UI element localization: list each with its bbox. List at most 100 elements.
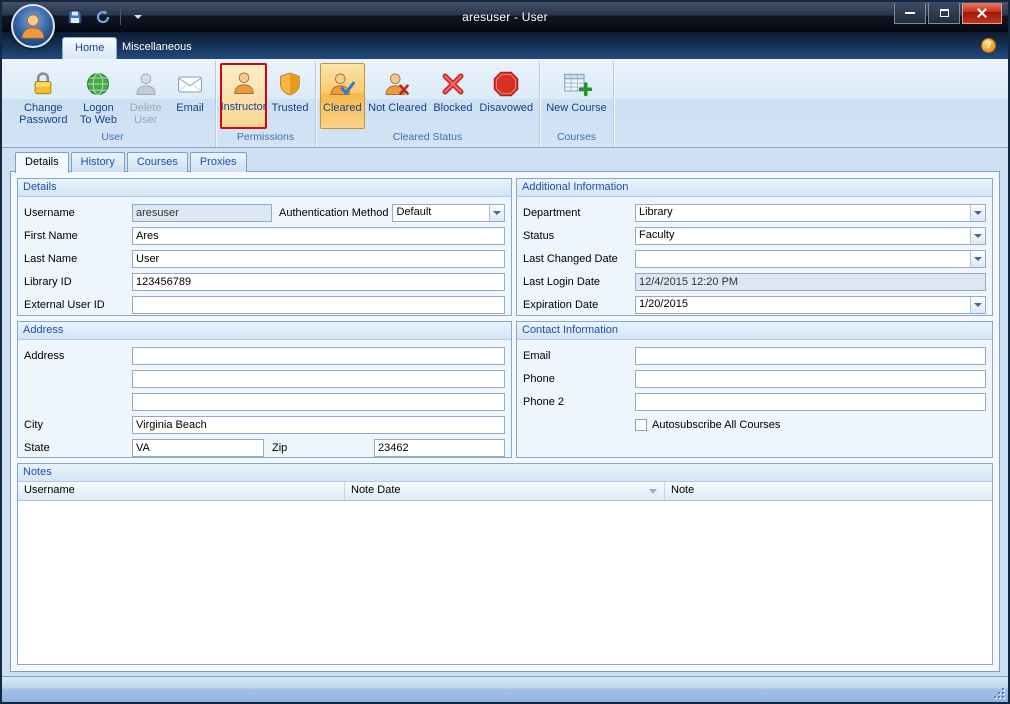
email-button[interactable]: Email [169,63,211,129]
details-page: Details Username Authentication Method D… [10,171,1000,672]
not-cleared-button[interactable]: Not Cleared [367,63,429,129]
maximize-button[interactable] [928,3,960,24]
sort-descending-icon [649,489,657,494]
help-icon: ? [985,40,991,51]
close-button[interactable] [962,3,1002,24]
notes-column-note-date[interactable]: Note Date [345,482,665,500]
tab-history[interactable]: History [71,152,125,172]
cleared-button[interactable]: Cleared [320,63,365,129]
globe-icon [84,68,112,100]
trusted-button[interactable]: Trusted [269,63,311,129]
zip-label: Zip [264,442,374,454]
last-changed-date-select[interactable] [635,250,986,268]
last-changed-date-value [636,251,970,267]
button-label: Disavowed [479,102,533,114]
address-panel-header: Address [18,322,511,340]
disavowed-button[interactable]: Disavowed [477,63,535,129]
address-line2-input[interactable] [132,370,505,388]
close-icon [977,8,987,18]
status-select[interactable]: Faculty [635,227,986,245]
city-input[interactable] [132,416,505,434]
email-input[interactable] [635,347,986,365]
ribbon-group-cleared-status: Cleared Not Cleared Blocked [316,61,540,147]
zip-input[interactable] [374,439,505,457]
external-user-id-label: External User ID [24,299,132,311]
ribbon: Change Password Logon To Web Delete User [2,59,1008,148]
contact-info-panel: Contact Information Email Phone Phone 2 [516,321,993,458]
chevron-down-icon [974,303,982,307]
status-bar [2,676,1008,702]
address-label: Address [24,350,132,362]
minimize-button[interactable] [894,3,926,24]
address-panel: Address Address City [17,321,512,458]
library-id-input[interactable] [132,273,505,291]
notes-panel: Notes Username Note Date Note [17,463,993,665]
stop-sign-icon [492,68,520,100]
address-line3-input[interactable] [132,393,505,411]
last-login-date-input[interactable] [635,273,986,291]
refresh-button[interactable] [92,6,114,28]
help-button[interactable]: ? [981,38,996,53]
dropdown-button[interactable] [970,297,985,313]
external-user-id-input[interactable] [132,296,505,314]
titlebar: aresuser - User [2,2,1008,32]
dropdown-button[interactable] [970,205,985,221]
blocked-button[interactable]: Blocked [430,63,475,129]
chevron-down-icon [974,234,982,238]
notes-column-username[interactable]: Username [18,482,345,500]
dropdown-button[interactable] [970,251,985,267]
button-label: New Course [546,102,607,114]
button-label: Logon [83,102,114,114]
department-value: Library [636,205,970,221]
address-line1-input[interactable] [132,347,505,365]
chevron-down-icon [493,211,501,215]
column-label: Note Date [351,484,401,496]
change-password-button[interactable]: Change Password [14,63,73,129]
last-name-label: Last Name [24,253,132,265]
window-title: aresuser - User [2,10,1008,24]
save-button[interactable] [64,6,86,28]
phone-input[interactable] [635,370,986,388]
table-add-icon [562,68,592,100]
button-label: Delete [130,102,162,114]
username-input[interactable] [132,204,272,222]
phone2-input[interactable] [635,393,986,411]
dropdown-button[interactable] [970,228,985,244]
auth-method-value: Default [393,205,489,221]
button-label: Cleared [323,102,362,114]
instructor-icon [230,67,258,99]
email-label: Email [523,350,635,362]
instructor-button[interactable]: Instructor [220,63,267,129]
email-icon [176,68,204,100]
notes-grid-header: Username Note Date Note [18,482,992,501]
ribbon-tab-row: Home Miscellaneous ? [2,32,1008,59]
qat-customize-button[interactable] [127,6,149,28]
autosubscribe-checkbox[interactable] [635,419,647,431]
first-name-input[interactable] [132,227,505,245]
resize-grip[interactable] [992,686,1005,699]
expiration-date-select[interactable]: 1/20/2015 [635,296,986,314]
detail-tabs: Details History Courses Proxies [15,152,247,172]
logon-to-web-button[interactable]: Logon To Web [75,63,123,129]
notes-column-note[interactable]: Note [665,482,992,500]
delete-user-button[interactable]: Delete User [124,63,167,129]
state-label: State [24,442,132,454]
tab-courses[interactable]: Courses [127,152,188,172]
state-input[interactable] [132,439,264,457]
application-menu-button[interactable] [11,4,55,48]
button-label: Email [176,102,204,114]
tab-proxies[interactable]: Proxies [190,152,247,172]
library-id-label: Library ID [24,276,132,288]
ribbon-tab-miscellaneous[interactable]: Miscellaneous [110,37,204,59]
notes-grid-body [18,501,992,664]
new-course-button[interactable]: New Course [544,63,609,129]
status-label: Status [523,230,635,242]
dropdown-button[interactable] [489,205,504,221]
tab-details[interactable]: Details [15,152,69,173]
ribbon-group-label-permissions: Permissions [218,130,313,146]
auth-method-select[interactable]: Default [392,204,505,222]
lock-icon [29,68,57,100]
ribbon-group-label-user: User [12,130,213,146]
department-select[interactable]: Library [635,204,986,222]
last-name-input[interactable] [132,250,505,268]
